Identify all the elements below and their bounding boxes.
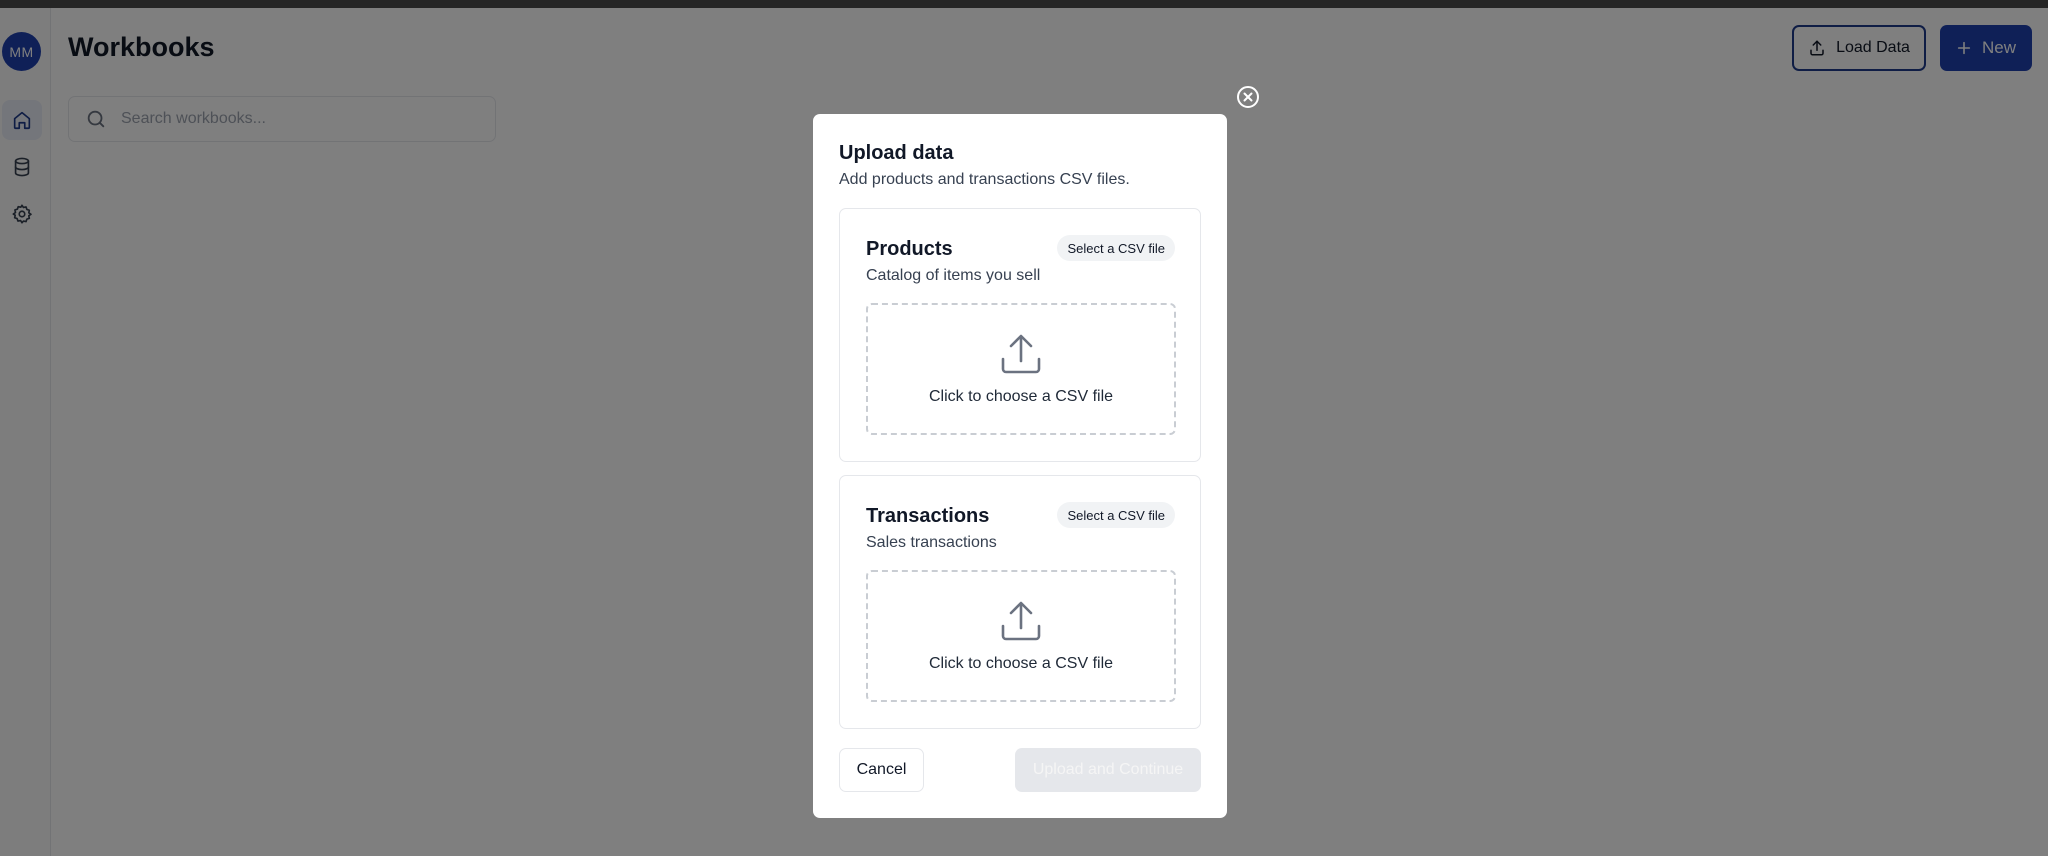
card-description: Sales transactions	[866, 534, 997, 551]
close-icon	[1237, 86, 1259, 108]
upload-data-dialog: Upload data Add products and transaction…	[813, 114, 1227, 818]
dropzone-text: Click to choose a CSV file	[928, 388, 1114, 405]
status-badge: Select a CSV file	[1057, 502, 1175, 528]
dialog-title: Upload data	[839, 142, 954, 164]
dropzone-text: Click to choose a CSV file	[928, 655, 1114, 672]
status-badge: Select a CSV file	[1057, 235, 1175, 261]
card-title: Products	[866, 238, 953, 260]
products-card: Products Catalog of items you sell Selec…	[839, 208, 1201, 462]
products-dropzone[interactable]: Click to choose a CSV file	[866, 303, 1176, 435]
close-modal-button[interactable]	[1236, 85, 1260, 109]
card-title: Transactions	[866, 505, 990, 527]
upload-icon	[1001, 334, 1041, 374]
upload-icon	[1001, 601, 1041, 641]
dialog-subtitle: Add products and transactions CSV files.	[839, 171, 1130, 188]
upload-and-continue-button[interactable]: Upload and Continue	[1015, 748, 1201, 792]
cancel-button[interactable]: Cancel	[839, 748, 924, 792]
card-description: Catalog of items you sell	[866, 267, 1041, 284]
transactions-dropzone[interactable]: Click to choose a CSV file	[866, 570, 1176, 702]
transactions-card: Transactions Sales transactions Select a…	[839, 475, 1201, 729]
